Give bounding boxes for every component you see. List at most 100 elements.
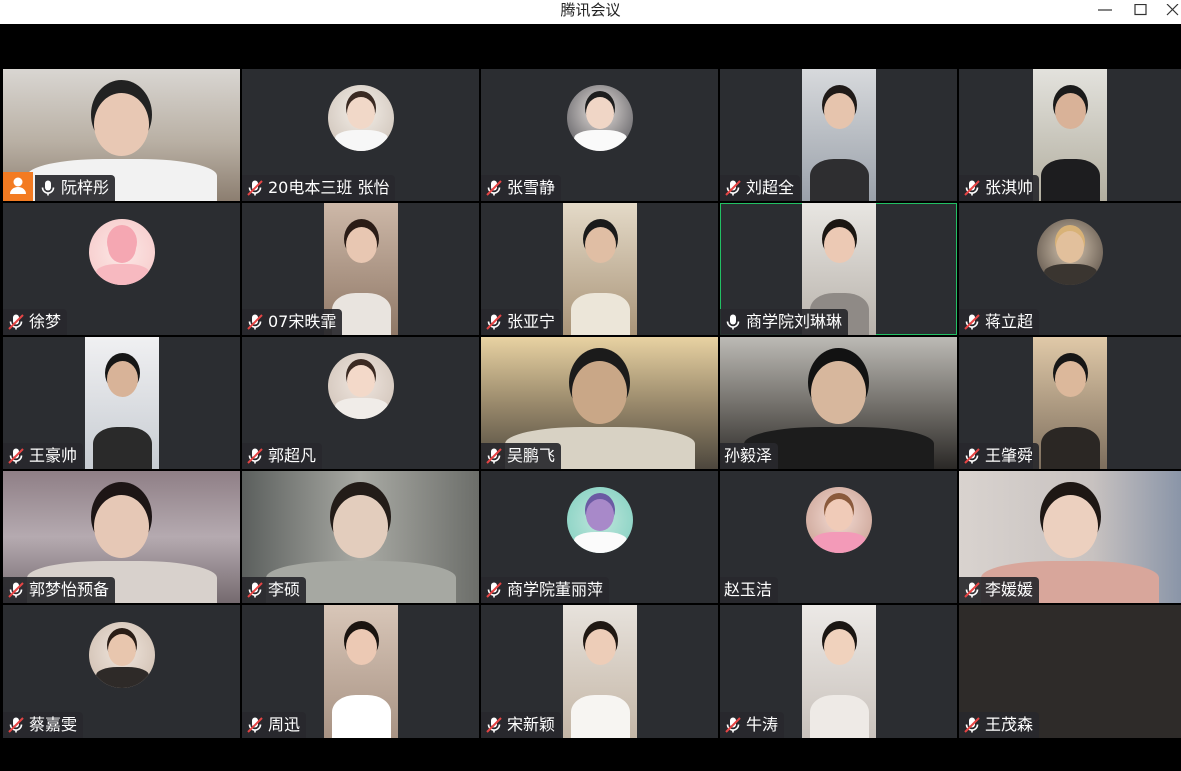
participant-tile[interactable]: 李硕 <box>242 471 479 603</box>
participant-tile[interactable]: 张淇帅 <box>959 69 1181 201</box>
participant-name-label: 赵玉洁 <box>720 577 779 603</box>
close-button[interactable] <box>1158 0 1181 20</box>
participant-tile[interactable]: 王豪帅 <box>3 337 240 469</box>
participant-grid: 阮梓彤 20电本三班 张怡 张雪静 刘超全 张淇帅徐梦 07宋昳霏 张亚宁 商学院刘琳琳 蒋立超… <box>3 69 1181 740</box>
participant-name: 郭梦怡预备 <box>29 580 110 599</box>
participant-video <box>1033 337 1107 469</box>
participant-face <box>333 495 388 558</box>
participant-tile[interactable]: 徐梦 <box>3 203 240 335</box>
participant-body <box>331 695 391 738</box>
participant-name: 张淇帅 <box>985 178 1034 197</box>
participant-name: 周迅 <box>268 715 301 734</box>
participant-name: 07宋昳霏 <box>268 312 337 331</box>
participant-body <box>334 130 388 151</box>
participant-tile[interactable]: 牛涛 <box>720 605 957 738</box>
participant-name: 20电本三班 张怡 <box>268 178 390 197</box>
mic-muted-icon <box>246 716 264 734</box>
participant-body <box>95 264 149 285</box>
participant-face <box>823 93 855 129</box>
participant-tile[interactable]: 张亚宁 <box>481 203 718 335</box>
participant-face <box>1056 231 1084 263</box>
participant-tile[interactable]: 赵玉洁 <box>720 471 957 603</box>
participant-name-label: 07宋昳霏 <box>242 309 343 335</box>
participant-video <box>1033 69 1107 201</box>
participant-name: 王茂森 <box>985 715 1034 734</box>
participant-video <box>84 337 159 469</box>
participant-face <box>823 227 855 263</box>
maximize-button[interactable] <box>1126 0 1156 20</box>
mic-muted-icon <box>485 447 503 465</box>
participant-name-label: 蒋立超 <box>959 309 1040 335</box>
participant-tile[interactable]: 王肇舜 <box>959 337 1181 469</box>
participant-body <box>573 130 627 151</box>
mic-muted-icon <box>724 716 742 734</box>
mic-muted-icon <box>246 447 264 465</box>
participant-body <box>573 532 627 553</box>
participant-name: 李媛媛 <box>985 580 1034 599</box>
participant-face <box>1043 495 1098 558</box>
participant-tile[interactable]: 孙毅泽 <box>720 337 957 469</box>
mic-muted-icon <box>963 581 981 599</box>
participant-name: 张雪静 <box>507 178 556 197</box>
participant-name-label: 张淇帅 <box>959 175 1040 201</box>
participant-name-label: 王豪帅 <box>3 443 84 469</box>
participant-tile[interactable]: 李媛媛 <box>959 471 1181 603</box>
mic-muted-icon <box>485 716 503 734</box>
participant-name-label: 徐梦 <box>3 309 68 335</box>
mic-muted-icon <box>7 447 25 465</box>
mic-muted-icon <box>7 716 25 734</box>
participant-face <box>106 361 138 397</box>
mic-icon <box>39 179 57 197</box>
participant-body <box>812 532 866 553</box>
mic-muted-icon <box>485 581 503 599</box>
participant-name: 孙毅泽 <box>724 446 773 465</box>
mic-muted-icon <box>963 179 981 197</box>
participant-name-label: 吴鹏飞 <box>481 443 562 469</box>
participant-name-label: 20电本三班 张怡 <box>242 175 396 201</box>
participant-face <box>94 93 149 156</box>
participant-tile[interactable]: 张雪静 <box>481 69 718 201</box>
participant-tile[interactable]: 王茂森 <box>959 605 1181 738</box>
participant-tile[interactable]: 07宋昳霏 <box>242 203 479 335</box>
participant-name-label: 宋新颖 <box>481 712 562 738</box>
participant-tile[interactable]: 郭超凡 <box>242 337 479 469</box>
participant-body <box>1041 159 1100 201</box>
participant-video <box>562 605 637 738</box>
mic-muted-icon <box>7 313 25 331</box>
top-toolbar-area <box>0 24 1181 69</box>
participant-tile[interactable]: 刘超全 <box>720 69 957 201</box>
participant-body <box>570 695 630 738</box>
participant-name: 宋新颖 <box>507 715 556 734</box>
participant-name-label: 商学院董丽萍 <box>481 577 610 603</box>
participant-name: 李硕 <box>268 580 301 599</box>
minimize-button[interactable] <box>1090 0 1120 20</box>
participant-tile[interactable]: 商学院董丽萍 <box>481 471 718 603</box>
bottom-toolbar-area <box>0 740 1181 771</box>
participant-face <box>346 97 375 129</box>
participant-name: 蒋立超 <box>985 312 1034 331</box>
participant-avatar <box>327 353 394 419</box>
participant-tile[interactable]: 宋新颖 <box>481 605 718 738</box>
participant-name-label: 王茂森 <box>959 712 1040 738</box>
participant-face <box>584 629 616 665</box>
participant-tile[interactable]: 商学院刘琳琳 <box>720 203 957 335</box>
mic-muted-icon <box>485 179 503 197</box>
participant-tile[interactable]: 蔡嘉雯 <box>3 605 240 738</box>
participant-name-label: 张雪静 <box>481 175 562 201</box>
mic-muted-icon <box>724 179 742 197</box>
participant-name: 王豪帅 <box>29 446 78 465</box>
participant-name-label: 商学院刘琳琳 <box>720 309 849 335</box>
host-person-icon <box>10 177 26 194</box>
participant-body <box>809 159 869 201</box>
participant-avatar <box>327 85 394 151</box>
participant-tile[interactable]: 蒋立超 <box>959 203 1181 335</box>
participant-tile[interactable]: 20电本三班 张怡 <box>242 69 479 201</box>
participant-tile[interactable]: 郭梦怡预备 <box>3 471 240 603</box>
participant-tile[interactable]: 阮梓彤 <box>3 69 240 201</box>
participant-tile[interactable]: 吴鹏飞 <box>481 337 718 469</box>
close-icon <box>1166 4 1179 16</box>
participant-name-label: 郭梦怡预备 <box>3 577 116 603</box>
mic-muted-icon <box>246 581 264 599</box>
participant-tile[interactable]: 周迅 <box>242 605 479 738</box>
participant-face <box>824 499 853 531</box>
